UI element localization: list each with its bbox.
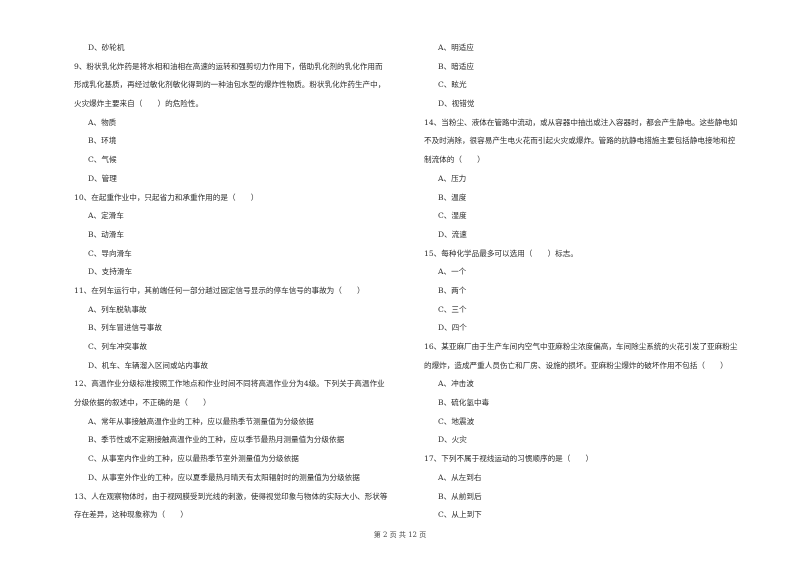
answer-option: D、从事室外作业的工种，应以夏季最热月晴天有太阳辐射时的测量值为分级依据 — [88, 472, 360, 482]
answer-option: B、环境 — [88, 136, 117, 146]
question-text-line: 12、高温作业分级标准按照工作地点和作业时间不同将高温作业分为4级。下列关于高温… — [74, 379, 385, 389]
answer-option: A、常年从事接触高温作业的工种，应以最热季节测量值为分级依据 — [88, 416, 314, 426]
question-text-line: 不及时消除，很容易产生电火花而引起火灾或爆炸。管路的抗静电措施主要包括静电接地和… — [424, 136, 736, 146]
answer-option: D、管理 — [88, 173, 117, 183]
question: 17、下列不属于视线运动的习惯顺序的是（ ） — [424, 453, 764, 465]
question: 10、在起重作业中，只起省力和承重作用的是（ ） — [74, 192, 410, 204]
answer-option: A、冲击波 — [438, 379, 474, 389]
answer-option: D、流速 — [438, 229, 467, 239]
question-text-line: 制流体的（ ） — [424, 155, 485, 165]
answer-option: B、硫化氢中毒 — [438, 398, 490, 408]
question: 9、粉状乳化炸药是将水相和油相在高速的运转和强剪切力作用下，借助乳化剂的乳化作用… — [74, 61, 410, 110]
answer-option: C、列车冲突事故 — [88, 342, 147, 351]
answer-option: B、季节性或不定期接触高温作业的工种，应以季节最热月测量值为分级依据 — [88, 435, 345, 445]
question-text-line: 的爆炸，造成严重人员伤亡和厂房、设施的损坏。亚麻粉尘爆炸的破坏作用不包括（ ） — [424, 360, 728, 370]
answer-option: D、机车、车辆溜入区间或站内事故 — [88, 360, 208, 370]
answer-option: B、暗适应 — [438, 61, 474, 71]
answer-option: D、视错觉 — [438, 99, 475, 109]
answer-option: B、列车冒进信号事故 — [88, 323, 162, 333]
answer-option: C、气候 — [88, 155, 117, 165]
left-column: D、砂轮机 9、粉状乳化炸药是将水相和油相在高速的运转和强剪切力作用下，借助乳化剂… — [74, 42, 410, 528]
question-text-line: 形成乳化基质，再经过敏化剂敏化得到的一种油包水型的爆炸性物质。粉状乳化炸药生产中… — [74, 80, 386, 90]
answer-option: A、明适应 — [438, 43, 474, 52]
answer-option: C、三个 — [438, 304, 467, 314]
answer-option: A、从左到右 — [438, 472, 482, 482]
question-text-line: 分级依据的叙述中，不正确的是（ ） — [74, 398, 211, 408]
question: 13、人在观察物体时，由于视网膜受到光线的刺激，使得视觉印象与物体的实际大小、形… — [74, 491, 410, 522]
question-text-line: 火灾爆炸主要来自（ ）的危险性。 — [74, 99, 204, 109]
answer-option: D、火灾 — [438, 435, 467, 445]
page-number: 第 2 页 共 12 页 — [373, 531, 427, 539]
answer-option: A、定滑车 — [88, 211, 124, 221]
question-text-line: 14、当粉尘、液体在管路中流动，或从容器中抽出或注入容器时，都会产生静电。这些静… — [424, 117, 738, 127]
answer-option: A、压力 — [438, 173, 467, 183]
question: 14、当粉尘、液体在管路中流动，或从容器中抽出或注入容器时，都会产生静电。这些静… — [424, 117, 764, 166]
question: 12、高温作业分级标准按照工作地点和作业时间不同将高温作业分为4级。下列关于高温… — [74, 378, 410, 409]
answer-option: C、湿度 — [438, 211, 467, 221]
answer-option: A、一个 — [438, 267, 467, 277]
question-text-line: 10、在起重作业中，只起省力和承重作用的是（ ） — [74, 192, 259, 202]
question-text-line: 存在差异，这种现象称为（ ） — [74, 510, 188, 520]
answer-option: B、温度 — [438, 192, 467, 202]
answer-option: C、眩光 — [438, 80, 467, 90]
answer-option: C、导向滑车 — [88, 248, 132, 258]
question: 15、每种化学品最多可以选用（ ）标志。 — [424, 248, 764, 260]
answer-option: C、从上到下 — [438, 510, 482, 520]
question-text-line: 15、每种化学品最多可以选用（ ）标志。 — [424, 248, 578, 258]
question: 11、在列车运行中，其前端任何一部分越过固定信号显示的停车信号的事故为（ ） — [74, 285, 410, 297]
question-text-line: 9、粉状乳化炸药是将水相和油相在高速的运转和强剪切力作用下，借助乳化剂的乳化作用… — [74, 61, 383, 71]
question: 16、某亚麻厂由于生产车间内空气中亚麻粉尘浓度偏高，车间除尘系统的火花引发了亚麻… — [424, 341, 764, 372]
answer-option: D、砂轮机 — [88, 43, 125, 52]
answer-option: D、四个 — [438, 323, 467, 333]
answer-option: D、支持滑车 — [88, 267, 133, 277]
answer-option: C、地震波 — [438, 416, 475, 426]
answer-option: B、动滑车 — [88, 229, 124, 239]
answer-option: C、从事室内作业的工种，应以最热季节室外测量值为分级依据 — [88, 454, 299, 464]
answer-option: A、物质 — [88, 117, 117, 127]
question-text-line: 11、在列车运行中，其前端任何一部分越过固定信号显示的停车信号的事故为（ ） — [74, 285, 365, 295]
question-text-line: 17、下列不属于视线运动的习惯顺序的是（ ） — [424, 454, 594, 464]
question-text-line: 13、人在观察物体时，由于视网膜受到光线的刺激，使得视觉印象与物体的实际大小、形… — [74, 491, 388, 501]
answer-option: B、从前到后 — [438, 491, 482, 501]
answer-option: B、两个 — [438, 285, 467, 295]
answer-option: A、列车脱轨事故 — [88, 304, 147, 314]
question-text-line: 16、某亚麻厂由于生产车间内空气中亚麻粉尘浓度偏高，车间除尘系统的火花引发了亚麻… — [424, 342, 738, 351]
right-column: A、明适应 B、暗适应 C、眩光 D、视错觉 14、当粉尘、液体在管路中流动，或从容器中… — [424, 42, 764, 528]
